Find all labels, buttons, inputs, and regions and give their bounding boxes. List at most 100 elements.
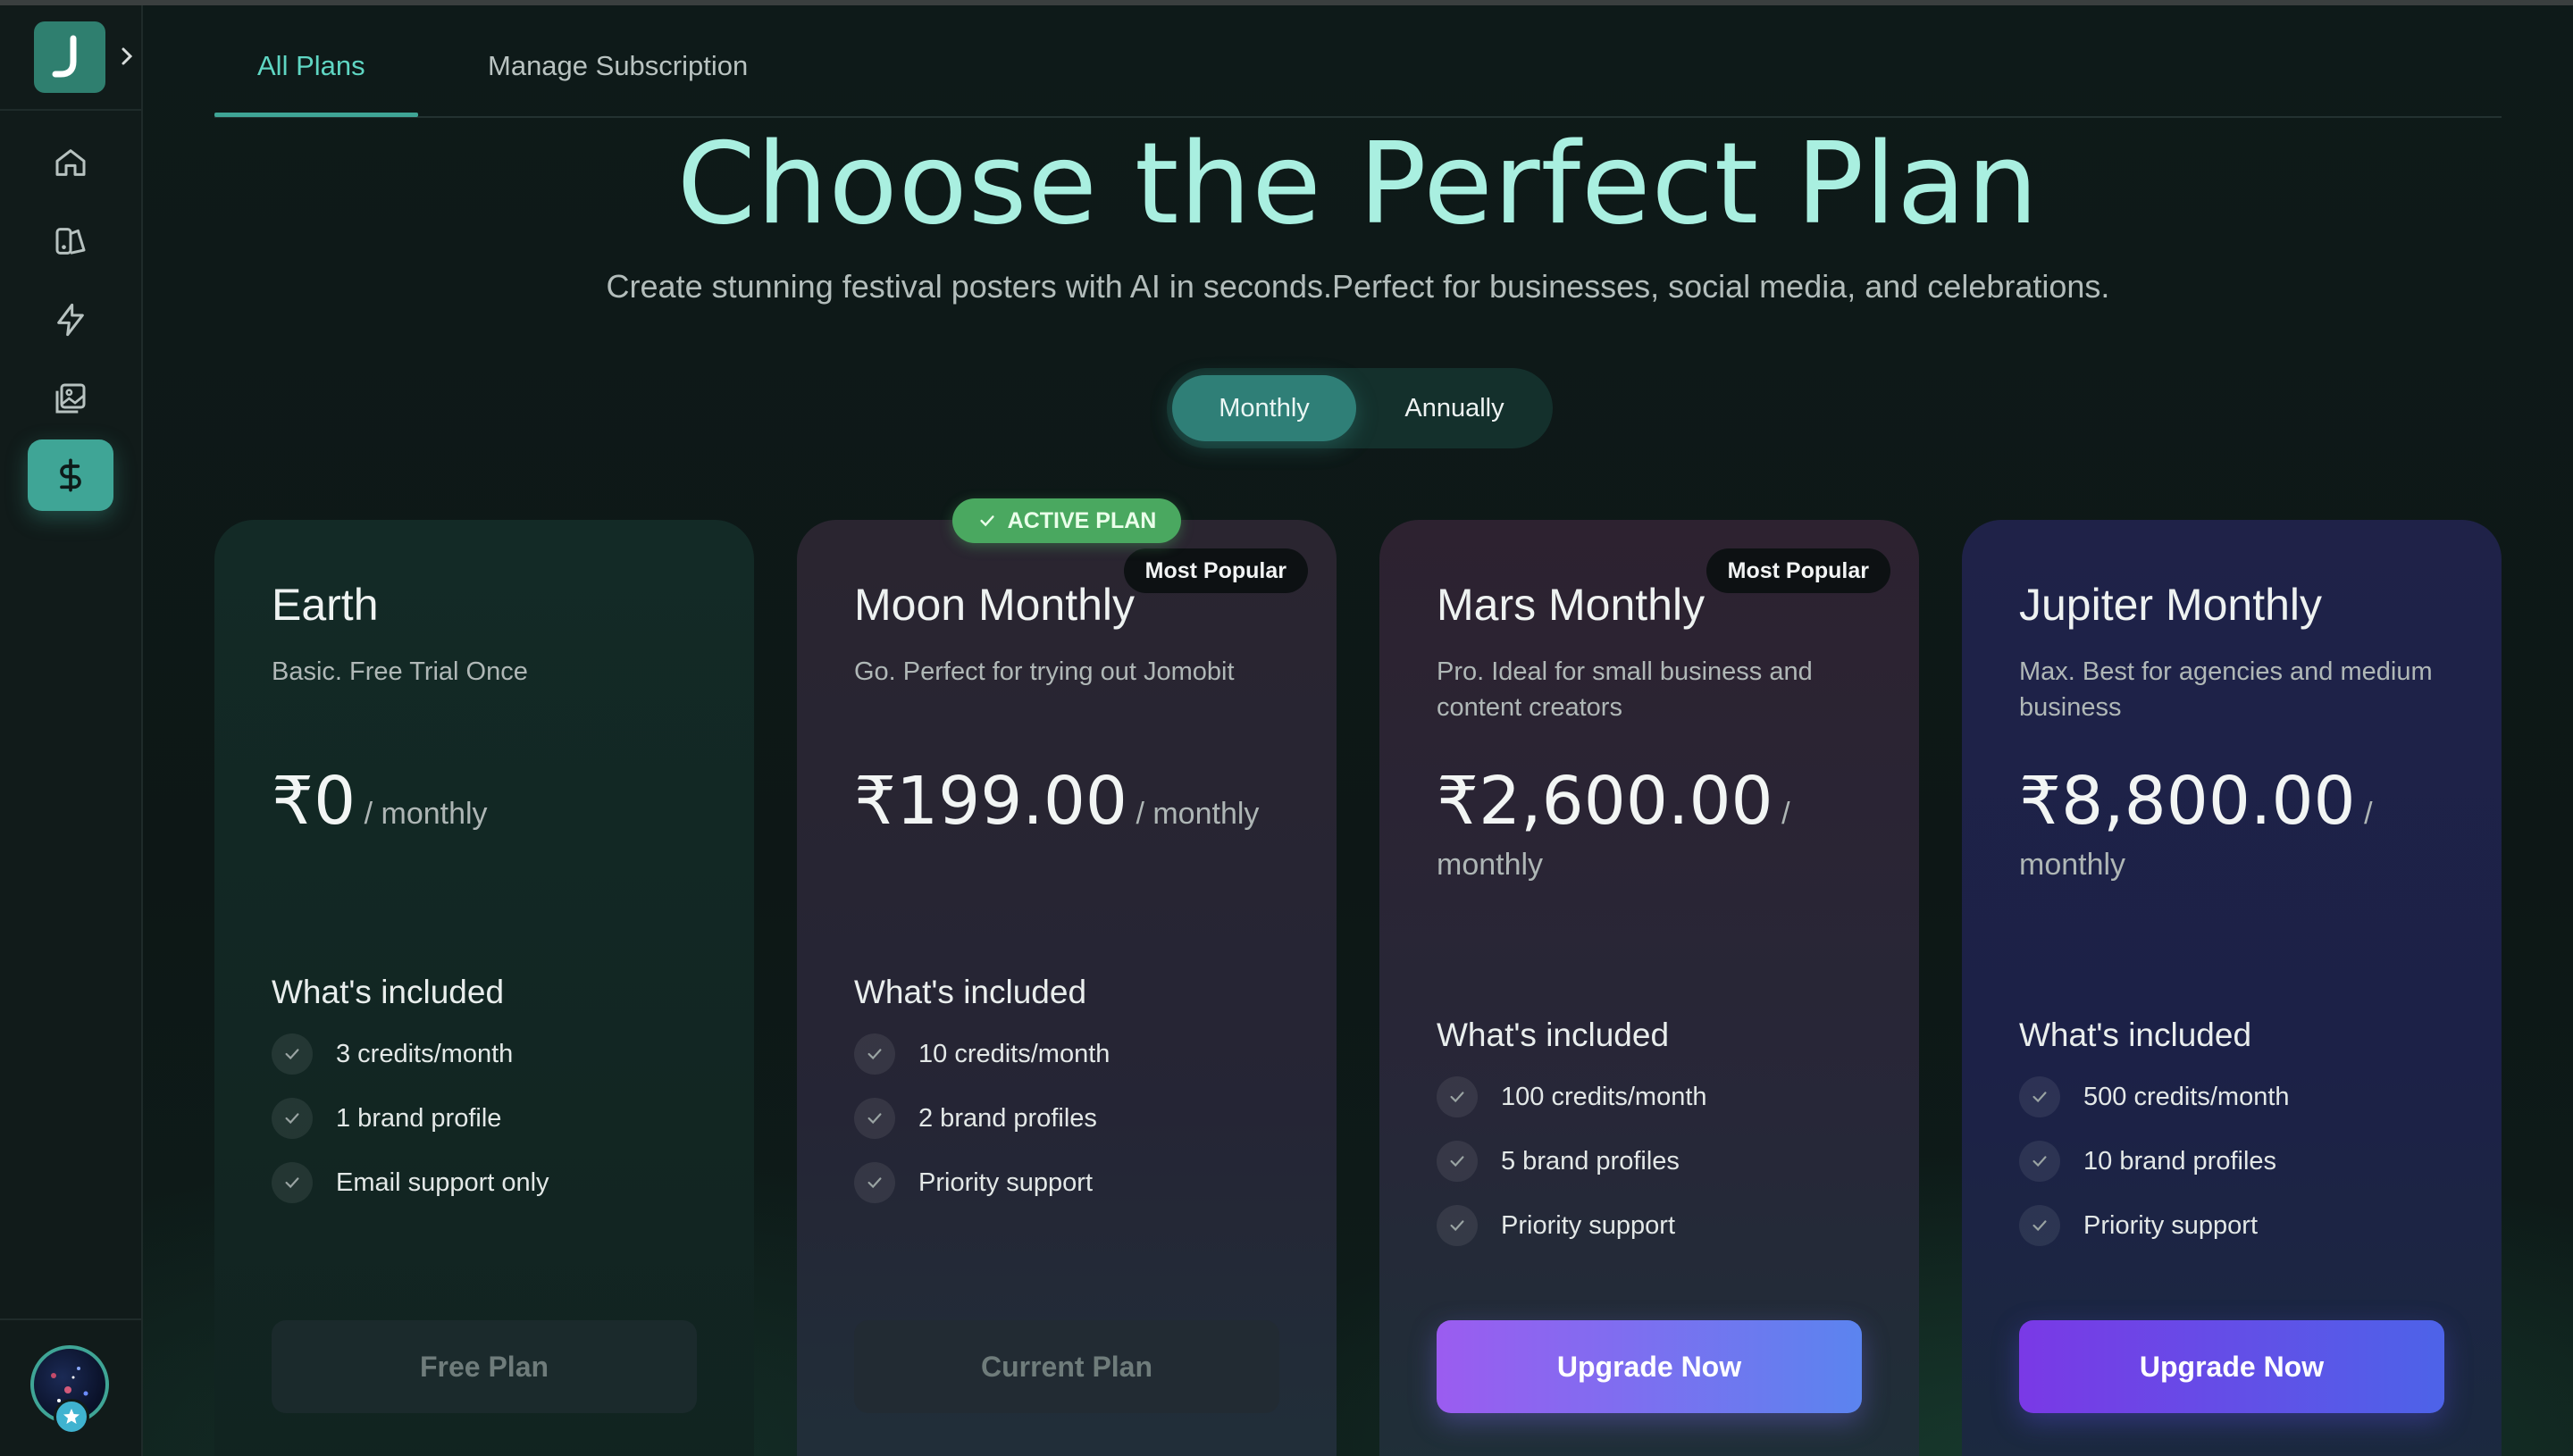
tab-all-plans[interactable]: All Plans — [257, 50, 365, 82]
list-item: 5 brand profiles — [1437, 1129, 1707, 1193]
upgrade-now-button[interactable]: Upgrade Now — [2019, 1320, 2444, 1413]
feature-text: Priority support — [2083, 1210, 2259, 1240]
plan-card-jupiter: Jupiter Monthly Max. Best for agencies a… — [1962, 520, 2502, 1456]
plan-description: Basic. Free Trial Once — [272, 657, 528, 686]
active-plan-label: ACTIVE PLAN — [1007, 507, 1157, 533]
feature-text: 500 credits/month — [2083, 1082, 2290, 1111]
check-icon — [854, 1162, 895, 1203]
feature-text: 10 brand profiles — [2083, 1146, 2277, 1176]
billing-monthly-option[interactable]: Monthly — [1172, 375, 1356, 441]
sidebar — [0, 5, 143, 1456]
lightning-icon — [57, 303, 84, 337]
check-icon — [272, 1162, 313, 1203]
included-title: What's included — [272, 974, 505, 1010]
dollar-icon — [60, 458, 81, 492]
check-icon — [980, 515, 994, 527]
feature-text: Email support only — [336, 1167, 549, 1197]
list-item: 10 brand profiles — [2019, 1129, 2290, 1193]
plan-price: ₹2,600.00 / monthly — [1437, 768, 1883, 893]
sidebar-item-generate[interactable] — [28, 284, 113, 356]
sidebar-item-pricing[interactable] — [28, 439, 113, 511]
billing-toggle: Monthly Annually — [1167, 368, 1553, 448]
price-amount: ₹8,800.00 — [2019, 763, 2356, 840]
home-icon — [55, 149, 86, 176]
feature-text: 10 credits/month — [918, 1039, 1110, 1068]
plan-description: Max. Best for agencies and medium busine… — [2019, 657, 2433, 722]
check-icon — [2019, 1076, 2060, 1117]
app-root: All Plans Manage Subscription Choose the… — [0, 0, 2573, 1456]
price-amount: ₹0 — [272, 763, 356, 840]
plan-card-moon: Most Popular Moon Monthly Go. Perfect fo… — [797, 520, 1337, 1456]
sidebar-divider — [0, 109, 143, 111]
price-period: / monthly — [1127, 797, 1260, 831]
premium-badge-icon — [54, 1399, 89, 1435]
feature-list: 100 credits/month 5 brand profiles Prior… — [1437, 1065, 1707, 1258]
list-item: 3 credits/month — [272, 1022, 549, 1086]
feature-text: 5 brand profiles — [1501, 1146, 1680, 1176]
feature-text: 3 credits/month — [336, 1039, 514, 1068]
billing-annually-option[interactable]: Annually — [1365, 375, 1544, 441]
price-period: / monthly — [356, 797, 488, 831]
check-icon — [272, 1033, 313, 1075]
list-item: 10 credits/month — [854, 1022, 1110, 1086]
feature-text: 100 credits/month — [1501, 1082, 1707, 1111]
plan-name: Mars Monthly — [1437, 580, 1706, 630]
price-amount: ₹2,600.00 — [1437, 763, 1773, 840]
page-title: Choose the Perfect Plan — [676, 118, 2040, 249]
plan-card-mars: Most Popular Mars Monthly Pro. Ideal for… — [1379, 520, 1919, 1456]
check-icon — [1437, 1076, 1478, 1117]
sidebar-item-gallery[interactable] — [28, 363, 113, 434]
list-item: 1 brand profile — [272, 1086, 549, 1151]
included-title: What's included — [1437, 1017, 1670, 1053]
check-icon — [272, 1098, 313, 1139]
tab-manage-subscription[interactable]: Manage Subscription — [488, 50, 748, 82]
active-tab-indicator — [214, 113, 418, 117]
list-item: 500 credits/month — [2019, 1065, 2290, 1129]
palette-icon — [55, 228, 86, 255]
app-logo[interactable] — [34, 21, 105, 93]
list-item: Priority support — [1437, 1193, 1707, 1258]
list-item: Priority support — [854, 1151, 1110, 1215]
feature-text: Priority support — [1501, 1210, 1676, 1240]
feature-text: 1 brand profile — [336, 1103, 502, 1133]
plan-price: ₹199.00 / monthly — [854, 768, 1301, 842]
plan-card-earth: Earth Basic. Free Trial Once ₹0 / monthl… — [214, 520, 754, 1456]
feature-list: 10 credits/month 2 brand profiles Priori… — [854, 1022, 1110, 1215]
plan-price: ₹0 / monthly — [272, 768, 718, 842]
feature-text: Priority support — [918, 1167, 1094, 1197]
list-item: 100 credits/month — [1437, 1065, 1707, 1129]
page-subtitle: Create stunning festival posters with AI… — [606, 268, 2110, 305]
check-icon — [1437, 1205, 1478, 1246]
feature-text: 2 brand profiles — [918, 1103, 1097, 1133]
plan-price: ₹8,800.00 / monthly — [2019, 768, 2466, 893]
active-plan-badge: ACTIVE PLAN — [952, 498, 1181, 543]
plan-description: Pro. Ideal for small business and conten… — [1437, 657, 1813, 722]
free-plan-button[interactable]: Free Plan — [272, 1320, 697, 1413]
check-icon — [2019, 1141, 2060, 1182]
list-item: Priority support — [2019, 1193, 2290, 1258]
chevron-right-icon[interactable] — [118, 43, 136, 70]
sidebar-divider — [0, 1318, 143, 1320]
plan-name: Earth — [272, 580, 379, 630]
upgrade-now-button[interactable]: Upgrade Now — [1437, 1320, 1862, 1413]
included-title: What's included — [2019, 1017, 2252, 1053]
list-item: Email support only — [272, 1151, 549, 1215]
check-icon — [854, 1033, 895, 1075]
plan-name: Moon Monthly — [854, 580, 1136, 630]
plan-name: Jupiter Monthly — [2019, 580, 2323, 630]
check-icon — [854, 1098, 895, 1139]
included-title: What's included — [854, 974, 1087, 1010]
list-item: 2 brand profiles — [854, 1086, 1110, 1151]
sidebar-item-home[interactable] — [28, 127, 113, 198]
current-plan-button[interactable]: Current Plan — [854, 1320, 1279, 1413]
plan-description: Go. Perfect for trying out Jomobit — [854, 657, 1235, 686]
most-popular-badge: Most Popular — [1123, 548, 1308, 593]
sidebar-item-templates[interactable] — [28, 205, 113, 277]
feature-list: 500 credits/month 10 brand profiles Prio… — [2019, 1065, 2290, 1258]
gallery-icon — [55, 383, 86, 414]
price-amount: ₹199.00 — [854, 763, 1128, 840]
avatar[interactable] — [30, 1345, 109, 1435]
feature-list: 3 credits/month 1 brand profile Email su… — [272, 1022, 549, 1215]
check-icon — [2019, 1205, 2060, 1246]
check-icon — [1437, 1141, 1478, 1182]
